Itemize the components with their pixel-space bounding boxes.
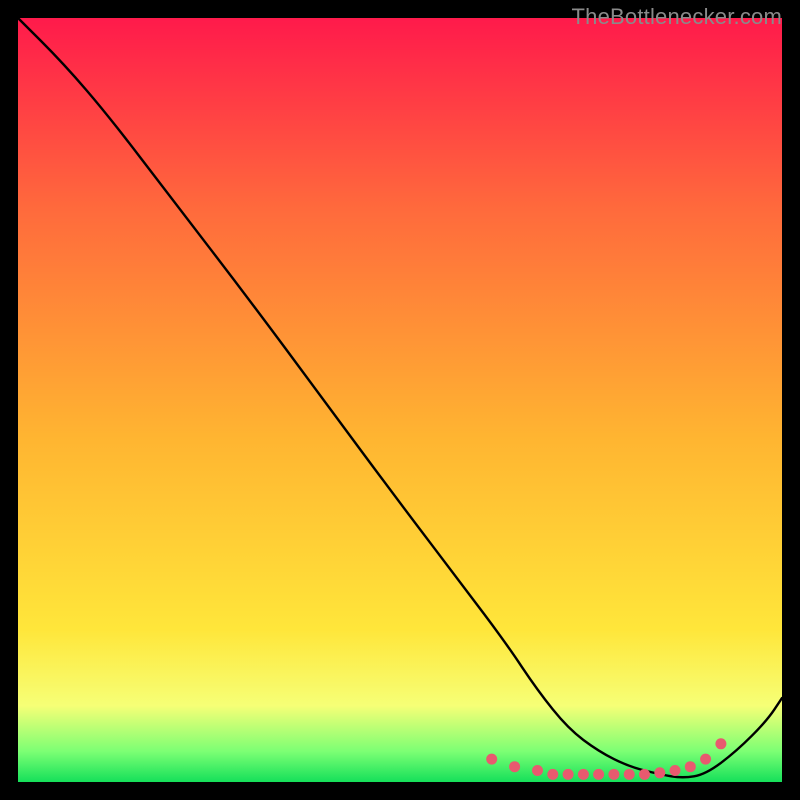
marker-dot [670, 765, 681, 776]
curve-layer [18, 18, 782, 782]
watermark-text: TheBottlenecker.com [572, 4, 782, 30]
marker-dot [486, 754, 497, 765]
marker-dot [593, 769, 604, 780]
chart-stage: TheBottlenecker.com [0, 0, 800, 800]
marker-dot [715, 738, 726, 749]
marker-dot [563, 769, 574, 780]
marker-dot [578, 769, 589, 780]
marker-dot [624, 769, 635, 780]
marker-dot [509, 761, 520, 772]
marker-dot [685, 761, 696, 772]
low-band-markers [486, 738, 726, 780]
marker-dot [639, 769, 650, 780]
plot-area [18, 18, 782, 782]
marker-dot [547, 769, 558, 780]
marker-dot [654, 767, 665, 778]
marker-dot [532, 765, 543, 776]
bottleneck-curve [18, 18, 782, 777]
marker-dot [700, 754, 711, 765]
marker-dot [608, 769, 619, 780]
